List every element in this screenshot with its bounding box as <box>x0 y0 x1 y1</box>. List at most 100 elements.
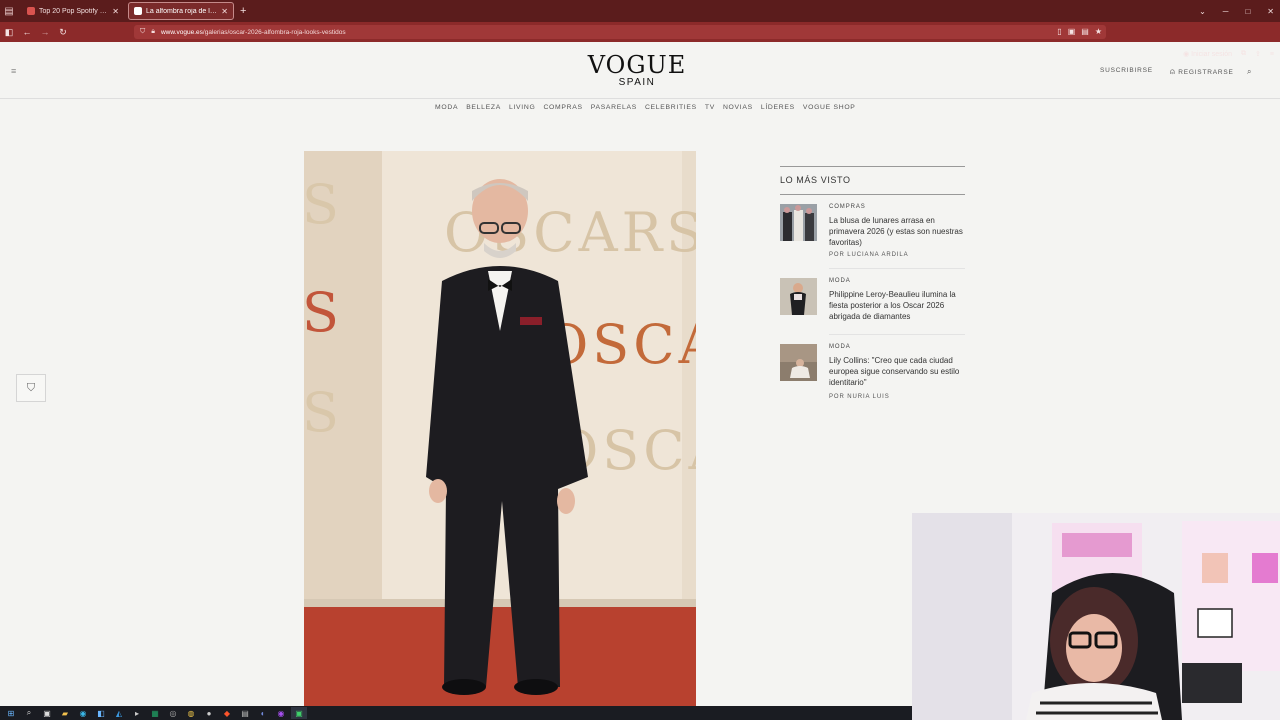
nav-item-lideres[interactable]: LÍDERES <box>761 104 795 111</box>
nav-item-living[interactable]: LIVING <box>509 104 536 111</box>
menu-icon[interactable]: ≡ <box>1270 51 1274 58</box>
signin-label: Iniciar sesión <box>1191 51 1233 58</box>
tab-overflow-icon[interactable]: ⌄ <box>1199 7 1206 16</box>
app-icon[interactable]: ▤ <box>237 707 253 719</box>
tab-vogue[interactable]: La alfombra roja de los Oscar 2 ✕ <box>128 2 234 20</box>
nav-item-pasarelas[interactable]: PASARELAS <box>591 104 637 111</box>
back-icon[interactable]: ← <box>18 27 36 37</box>
register-label: REGISTRARSE <box>1178 69 1234 76</box>
gallery-photo[interactable]: OSCARS OSCARS OSCARS S S S <box>304 151 696 707</box>
hamburger-menu-icon[interactable]: ≡ <box>11 66 16 76</box>
screenshot-icon[interactable]: ▣ <box>1068 27 1076 36</box>
tab-bar: ▤ Top 20 Pop Spotify 2026 ✕ La alfombra … <box>0 0 1280 22</box>
article-thumbnail[interactable] <box>780 344 817 381</box>
reload-icon[interactable]: ↻ <box>54 27 72 38</box>
streamer-webcam-image <box>912 513 1280 720</box>
sidebar-top-rule <box>780 166 965 167</box>
nav-item-celebrities[interactable]: CELEBRITIES <box>645 104 697 111</box>
save-bookmark-button[interactable]: ⛉ <box>16 374 46 402</box>
vscode-icon[interactable]: ◭ <box>111 707 127 719</box>
account-button[interactable]: ◉ Iniciar sesión <box>1183 50 1232 58</box>
nav-item-tv[interactable]: TV <box>705 104 715 111</box>
tab-label: La alfombra roja de los Oscar 2 <box>146 7 218 15</box>
register-link[interactable]: ⍝ REGISTRARSE <box>1170 67 1234 77</box>
nav-item-compras[interactable]: COMPRAS <box>543 104 582 111</box>
webcam-overlay <box>912 513 1280 720</box>
close-tab-icon[interactable]: ✕ <box>112 7 119 16</box>
url-domain: www.vogue.es <box>160 28 203 36</box>
article-byline[interactable]: POR NURIA LUIS <box>829 394 890 400</box>
edge-icon[interactable]: ◉ <box>75 707 91 719</box>
user-icon: ⍝ <box>1170 67 1176 76</box>
new-tab-button[interactable]: + <box>240 5 246 17</box>
article-title[interactable]: Lily Collins: "Creo que cada ciudad euro… <box>829 355 969 388</box>
spotify-favicon-icon <box>27 7 35 15</box>
close-window-icon[interactable]: ✕ <box>1267 7 1274 16</box>
task-view-icon[interactable]: ▣ <box>39 707 55 719</box>
most-viewed-article[interactable]: MODA Philippine Leroy-Beaulieu ilumina l… <box>780 278 965 328</box>
terminal-icon[interactable]: ▸ <box>129 707 145 719</box>
store-icon[interactable]: ◧ <box>93 707 109 719</box>
svg-text:S: S <box>304 281 339 344</box>
main-navigation: MODA BELLEZA LIVING COMPRAS PASARELAS CE… <box>435 104 856 111</box>
url-text[interactable]: www.vogue.es/galerias/oscar-2026-alfombr… <box>161 29 346 36</box>
maximize-icon[interactable]: □ <box>1245 7 1250 16</box>
close-tab-icon[interactable]: ✕ <box>221 7 228 16</box>
article-thumbnail[interactable] <box>780 278 817 315</box>
subscribe-link[interactable]: SUSCRIBIRSE <box>1100 67 1153 74</box>
most-viewed-article[interactable]: MODA Lily Collins: "Creo que cada ciudad… <box>780 344 965 404</box>
article-byline[interactable]: POR LUCIANA ARDILA <box>829 252 909 258</box>
header-divider <box>0 98 1280 99</box>
sidebar-title: LO MÁS VISTO <box>780 175 851 185</box>
search-icon[interactable]: ⌕ <box>1247 67 1252 77</box>
obs-icon[interactable]: ● <box>201 707 217 719</box>
explorer-icon[interactable]: ▰ <box>57 707 73 719</box>
minimize-icon[interactable]: ─ <box>1223 7 1229 16</box>
article-title[interactable]: La blusa de lunares arrasa en primavera … <box>829 215 969 248</box>
window-controls: ⌄ ─ □ ✕ <box>1199 0 1274 22</box>
article-title[interactable]: Philippine Leroy-Beaulieu ilumina la fie… <box>829 289 969 322</box>
discord-icon[interactable]: ◐ <box>255 707 271 719</box>
share-icon[interactable]: ⇪ <box>1255 50 1261 58</box>
article-category[interactable]: MODA <box>829 278 851 284</box>
nav-item-moda[interactable]: MODA <box>435 104 458 111</box>
tab-list-icon[interactable]: ▤ <box>0 0 18 22</box>
tab-label: Top 20 Pop Spotify 2026 <box>39 7 110 15</box>
logo-text: VOGUE <box>587 51 687 79</box>
browser-icon[interactable]: ◎ <box>165 707 181 719</box>
chrome-icon[interactable]: ◍ <box>183 707 199 719</box>
account-icon: ◉ <box>1183 51 1192 58</box>
forward-icon[interactable]: → <box>36 27 54 37</box>
vogue-logo[interactable]: VOGUE SPAIN <box>575 52 699 88</box>
os-taskbar: ⊞ ⌕ ▣ ▰ ◉ ◧ ◭ ▸ ▦ ◎ ◍ ● ◆ ▤ ◐ ◉ ▣ <box>0 706 912 720</box>
url-actions: ▯ ▣ ▤ ★ <box>1057 27 1102 36</box>
toolbar-right: ◉ Iniciar sesión ⧉ ⇪ ≡ <box>1183 44 1274 64</box>
nav-item-vogue-shop[interactable]: VOGUE SHOP <box>803 104 856 111</box>
excel-icon[interactable]: ▦ <box>147 707 163 719</box>
shield-icon[interactable]: ⛉ <box>140 28 145 36</box>
address-bar[interactable]: ⛉ 🔒︎ www.vogue.es/galerias/oscar-2026-al… <box>134 25 1106 39</box>
lock-icon[interactable]: 🔒︎ <box>151 28 155 36</box>
sidebar-title-rule <box>780 194 965 195</box>
search-icon[interactable]: ⌕ <box>21 707 37 719</box>
bookmark-star-icon[interactable]: ★ <box>1095 27 1102 36</box>
nav-item-novias[interactable]: NOVIAS <box>723 104 753 111</box>
extensions-icon[interactable]: ⧉ <box>1241 50 1246 58</box>
pip-icon[interactable]: ▤ <box>1081 27 1089 36</box>
brave-icon[interactable]: ◆ <box>219 707 235 719</box>
svg-text:S: S <box>304 381 339 444</box>
article-category[interactable]: MODA <box>829 344 851 350</box>
reader-mode-icon[interactable]: ▯ <box>1057 27 1061 36</box>
article-category[interactable]: COMPRAS <box>829 204 866 210</box>
article-thumbnail[interactable] <box>780 204 817 241</box>
sidebar-toggle-icon[interactable]: ◧ <box>0 27 18 38</box>
purple-app-icon[interactable]: ◉ <box>273 707 289 719</box>
active-app-icon[interactable]: ▣ <box>291 707 307 719</box>
url-path: /galerias/oscar-2026-alfombra-roja-looks… <box>202 28 346 36</box>
red-carpet-illustration: OSCARS OSCARS OSCARS S S S <box>304 151 696 707</box>
navigation-bar: ◧ ← → ↻ ⛉ 🔒︎ www.vogue.es/galerias/oscar… <box>0 22 1280 58</box>
tab-spotify[interactable]: Top 20 Pop Spotify 2026 ✕ <box>22 2 124 20</box>
nav-item-belleza[interactable]: BELLEZA <box>466 104 501 111</box>
windows-icon[interactable]: ⊞ <box>3 707 19 719</box>
most-viewed-article[interactable]: COMPRAS La blusa de lunares arrasa en pr… <box>780 204 965 264</box>
